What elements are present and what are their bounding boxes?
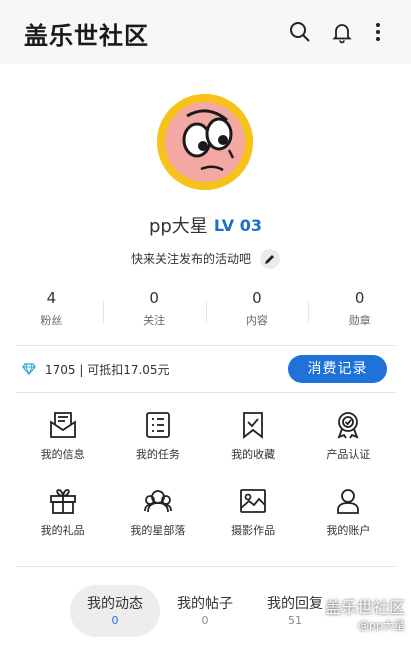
points-balance: 1705 | 可抵扣17.05元 bbox=[45, 363, 170, 377]
tab-count: 0 bbox=[111, 614, 119, 627]
feature-label: 我的礼品 bbox=[40, 524, 85, 537]
more-options-icon[interactable] bbox=[366, 20, 390, 44]
feature-label: 我的信息 bbox=[40, 448, 85, 461]
level-badge: LV 03 bbox=[213, 215, 263, 235]
bio-text: 快来关注发布的活动吧 bbox=[130, 252, 251, 266]
feature-grid: 我的信息 我的任务 我的收藏 产品认证 我的礼品 我的星部落 摄影作品 我的账户 bbox=[15, 400, 396, 538]
diamond-icon bbox=[22, 363, 36, 375]
photo-icon bbox=[240, 489, 267, 513]
feature-label: 我的收藏 bbox=[231, 448, 276, 461]
stat-label: 勋章 bbox=[348, 314, 371, 327]
stat-following[interactable]: 0 关注 bbox=[102, 287, 206, 337]
mail-icon bbox=[49, 412, 76, 438]
feature-my-account[interactable]: 我的账户 bbox=[301, 476, 396, 538]
edit-bio-button[interactable] bbox=[260, 248, 281, 269]
feature-my-favorites[interactable]: 我的收藏 bbox=[206, 400, 301, 462]
stat-value: 0 bbox=[354, 289, 365, 307]
tab-label: 我的动态 bbox=[87, 596, 143, 612]
task-list-icon bbox=[145, 412, 170, 438]
feature-label: 我的账户 bbox=[326, 524, 371, 537]
feature-my-star-tribe[interactable]: 我的星部落 bbox=[110, 476, 205, 538]
search-icon[interactable] bbox=[288, 20, 312, 44]
account-icon bbox=[337, 489, 360, 514]
feature-my-tasks[interactable]: 我的任务 bbox=[110, 400, 205, 462]
avatar[interactable] bbox=[157, 94, 253, 190]
stats-row: 4 粉丝 0 关注 0 内容 0 勋章 bbox=[0, 287, 411, 337]
feature-label: 我的任务 bbox=[135, 448, 180, 461]
feature-photography[interactable]: 摄影作品 bbox=[206, 476, 301, 538]
tab-my-posts[interactable]: 我的帖子 0 bbox=[160, 585, 250, 637]
divider bbox=[16, 392, 395, 393]
stat-fans[interactable]: 4 粉丝 bbox=[0, 287, 103, 337]
group-icon bbox=[143, 490, 172, 513]
bell-icon[interactable] bbox=[330, 20, 354, 44]
feature-label: 产品认证 bbox=[326, 448, 371, 461]
app-title: 盖乐世社区 bbox=[24, 22, 149, 50]
stat-label: 粉丝 bbox=[40, 314, 63, 327]
bookmark-icon bbox=[243, 412, 264, 439]
feature-my-info[interactable]: 我的信息 bbox=[15, 400, 110, 462]
watermark-user: @pp大星 bbox=[358, 619, 405, 632]
watermark: 盖乐世社区 @pp大星 bbox=[325, 598, 405, 634]
stat-label: 关注 bbox=[143, 314, 166, 327]
stat-value: 4 bbox=[46, 289, 57, 307]
feature-product-certification[interactable]: 产品认证 bbox=[301, 400, 396, 462]
gift-icon bbox=[49, 489, 76, 514]
divider bbox=[16, 566, 395, 567]
certificate-badge-icon bbox=[337, 412, 359, 439]
watermark-title: 盖乐世社区 bbox=[324, 598, 405, 617]
stat-value: 0 bbox=[252, 289, 262, 307]
stat-content[interactable]: 0 内容 bbox=[205, 287, 309, 337]
tab-count: 0 bbox=[201, 614, 209, 627]
spending-history-button[interactable]: 消费记录 bbox=[288, 355, 387, 383]
tab-my-activity[interactable]: 我的动态 0 bbox=[70, 585, 160, 637]
feature-label: 摄影作品 bbox=[231, 524, 276, 537]
stat-medals[interactable]: 0 勋章 bbox=[308, 287, 411, 337]
username: pp大星 bbox=[148, 216, 208, 237]
tab-label: 我的帖子 bbox=[177, 596, 233, 612]
divider bbox=[16, 345, 395, 346]
feature-label: 我的星部落 bbox=[130, 524, 186, 537]
points-row: 1705 | 可抵扣17.05元 消费记录 bbox=[0, 352, 411, 386]
feature-my-gifts[interactable]: 我的礼品 bbox=[15, 476, 110, 538]
bio-row: 快来关注发布的活动吧 bbox=[0, 248, 411, 270]
stat-value: 0 bbox=[149, 289, 159, 307]
profile-name-row: pp大星 LV 03 bbox=[0, 212, 411, 240]
pencil-icon bbox=[265, 254, 275, 264]
stat-label: 内容 bbox=[245, 314, 268, 327]
top-app-bar: 盖乐世社区 bbox=[0, 0, 411, 64]
